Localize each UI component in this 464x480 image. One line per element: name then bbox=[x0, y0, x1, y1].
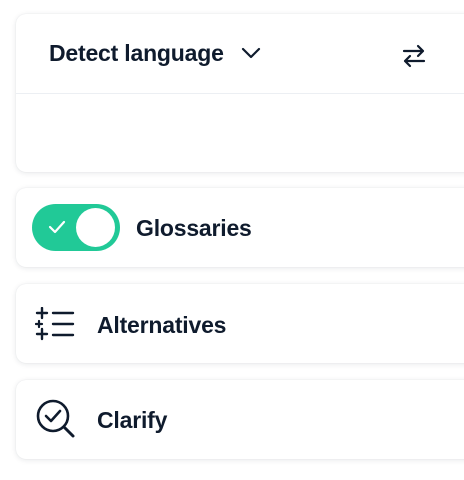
magnifier-check-icon bbox=[36, 399, 75, 438]
source-language-card: Detect language bbox=[16, 14, 464, 172]
alternatives-card[interactable]: Alternatives bbox=[16, 284, 464, 363]
source-language-label: Detect language bbox=[49, 40, 224, 66]
chevron-down-icon[interactable] bbox=[241, 45, 261, 61]
alternatives-label: Alternatives bbox=[97, 312, 227, 338]
swap-arrows-icon[interactable] bbox=[399, 41, 429, 71]
clarify-label: Clarify bbox=[97, 407, 168, 433]
toggle-knob bbox=[76, 208, 115, 247]
sparkle-list-icon bbox=[35, 307, 75, 341]
translator-side-panel: Detect language Glossaries Alternatives … bbox=[0, 0, 464, 480]
check-icon bbox=[48, 220, 66, 234]
clarify-card[interactable]: Clarify bbox=[16, 380, 464, 459]
source-text-area[interactable] bbox=[16, 94, 464, 172]
source-language-dropdown[interactable]: Detect language bbox=[16, 14, 464, 94]
glossaries-card[interactable]: Glossaries bbox=[16, 188, 464, 267]
glossaries-toggle[interactable] bbox=[32, 204, 120, 251]
glossaries-label: Glossaries bbox=[136, 215, 252, 241]
